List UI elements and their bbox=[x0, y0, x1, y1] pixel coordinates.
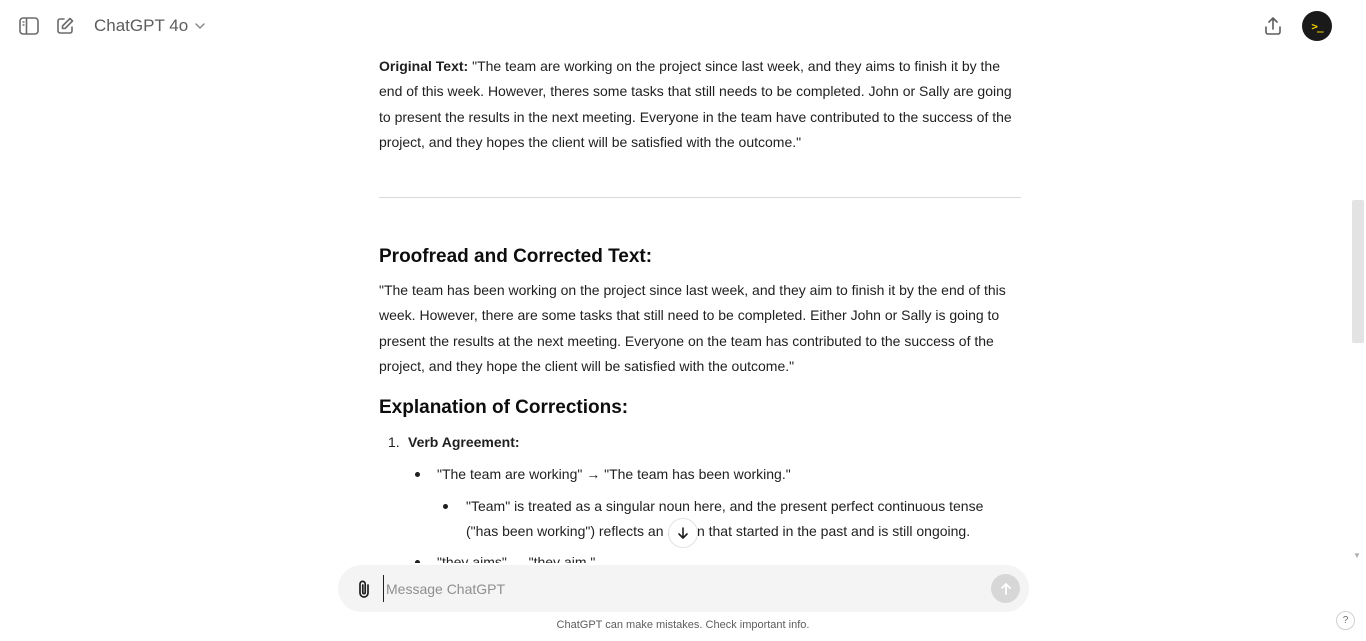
share-button[interactable] bbox=[1256, 10, 1290, 42]
divider bbox=[379, 197, 1021, 198]
arrow-down-icon bbox=[678, 527, 688, 539]
corrected-text: "The team has been working on the projec… bbox=[379, 282, 1006, 374]
bullet bbox=[415, 560, 420, 563]
list-item: "they aims" → "they aim." bbox=[437, 554, 596, 563]
original-text-label: Original Text: bbox=[379, 58, 469, 74]
list-item: "The team are working" → "The team has b… bbox=[437, 466, 791, 482]
sidebar-toggle-button[interactable] bbox=[12, 10, 46, 42]
send-button[interactable] bbox=[991, 574, 1020, 603]
list-item-title: Verb Agreement: bbox=[408, 434, 520, 450]
original-text: "The team are working on the project sin… bbox=[379, 58, 1012, 150]
top-bar: ChatGPT 4o >_ bbox=[0, 0, 1366, 52]
paperclip-icon bbox=[359, 580, 369, 598]
avatar-glyph: >_ bbox=[1311, 19, 1323, 33]
scrollbar-down-arrow-icon[interactable]: ▼ bbox=[1353, 551, 1363, 560]
list-number: 1. bbox=[388, 434, 400, 450]
message-composer bbox=[338, 565, 1029, 612]
new-chat-icon bbox=[57, 17, 74, 34]
avatar[interactable]: >_ bbox=[1302, 11, 1332, 41]
disclaimer: ChatGPT can make mistakes. Check importa… bbox=[556, 619, 810, 631]
list-sub-item: "Team" is treated as a singular noun her… bbox=[466, 498, 984, 540]
message-input[interactable] bbox=[383, 575, 983, 602]
original-text-paragraph: Original Text: "The team are working on … bbox=[379, 54, 1021, 155]
scrollbar-thumb[interactable] bbox=[1352, 200, 1364, 343]
explanation-heading: Explanation of Corrections: bbox=[379, 397, 629, 418]
new-chat-button[interactable] bbox=[48, 10, 82, 42]
attach-button[interactable] bbox=[352, 577, 376, 601]
corrected-heading: Proofread and Corrected Text: bbox=[379, 246, 653, 267]
chevron-down-icon bbox=[195, 23, 205, 30]
help-button[interactable]: ? bbox=[1336, 611, 1355, 630]
model-name: ChatGPT 4o bbox=[94, 16, 189, 35]
bullet bbox=[443, 504, 448, 509]
assistant-message: Original Text: "The team are working on … bbox=[379, 52, 1021, 563]
sidebar-toggle-icon bbox=[19, 17, 39, 35]
arrow-up-icon bbox=[1000, 582, 1011, 595]
model-selector[interactable]: ChatGPT 4o bbox=[88, 12, 212, 40]
scroll-to-bottom-button[interactable] bbox=[668, 518, 698, 548]
bullet bbox=[415, 472, 420, 477]
share-icon bbox=[1265, 17, 1281, 35]
